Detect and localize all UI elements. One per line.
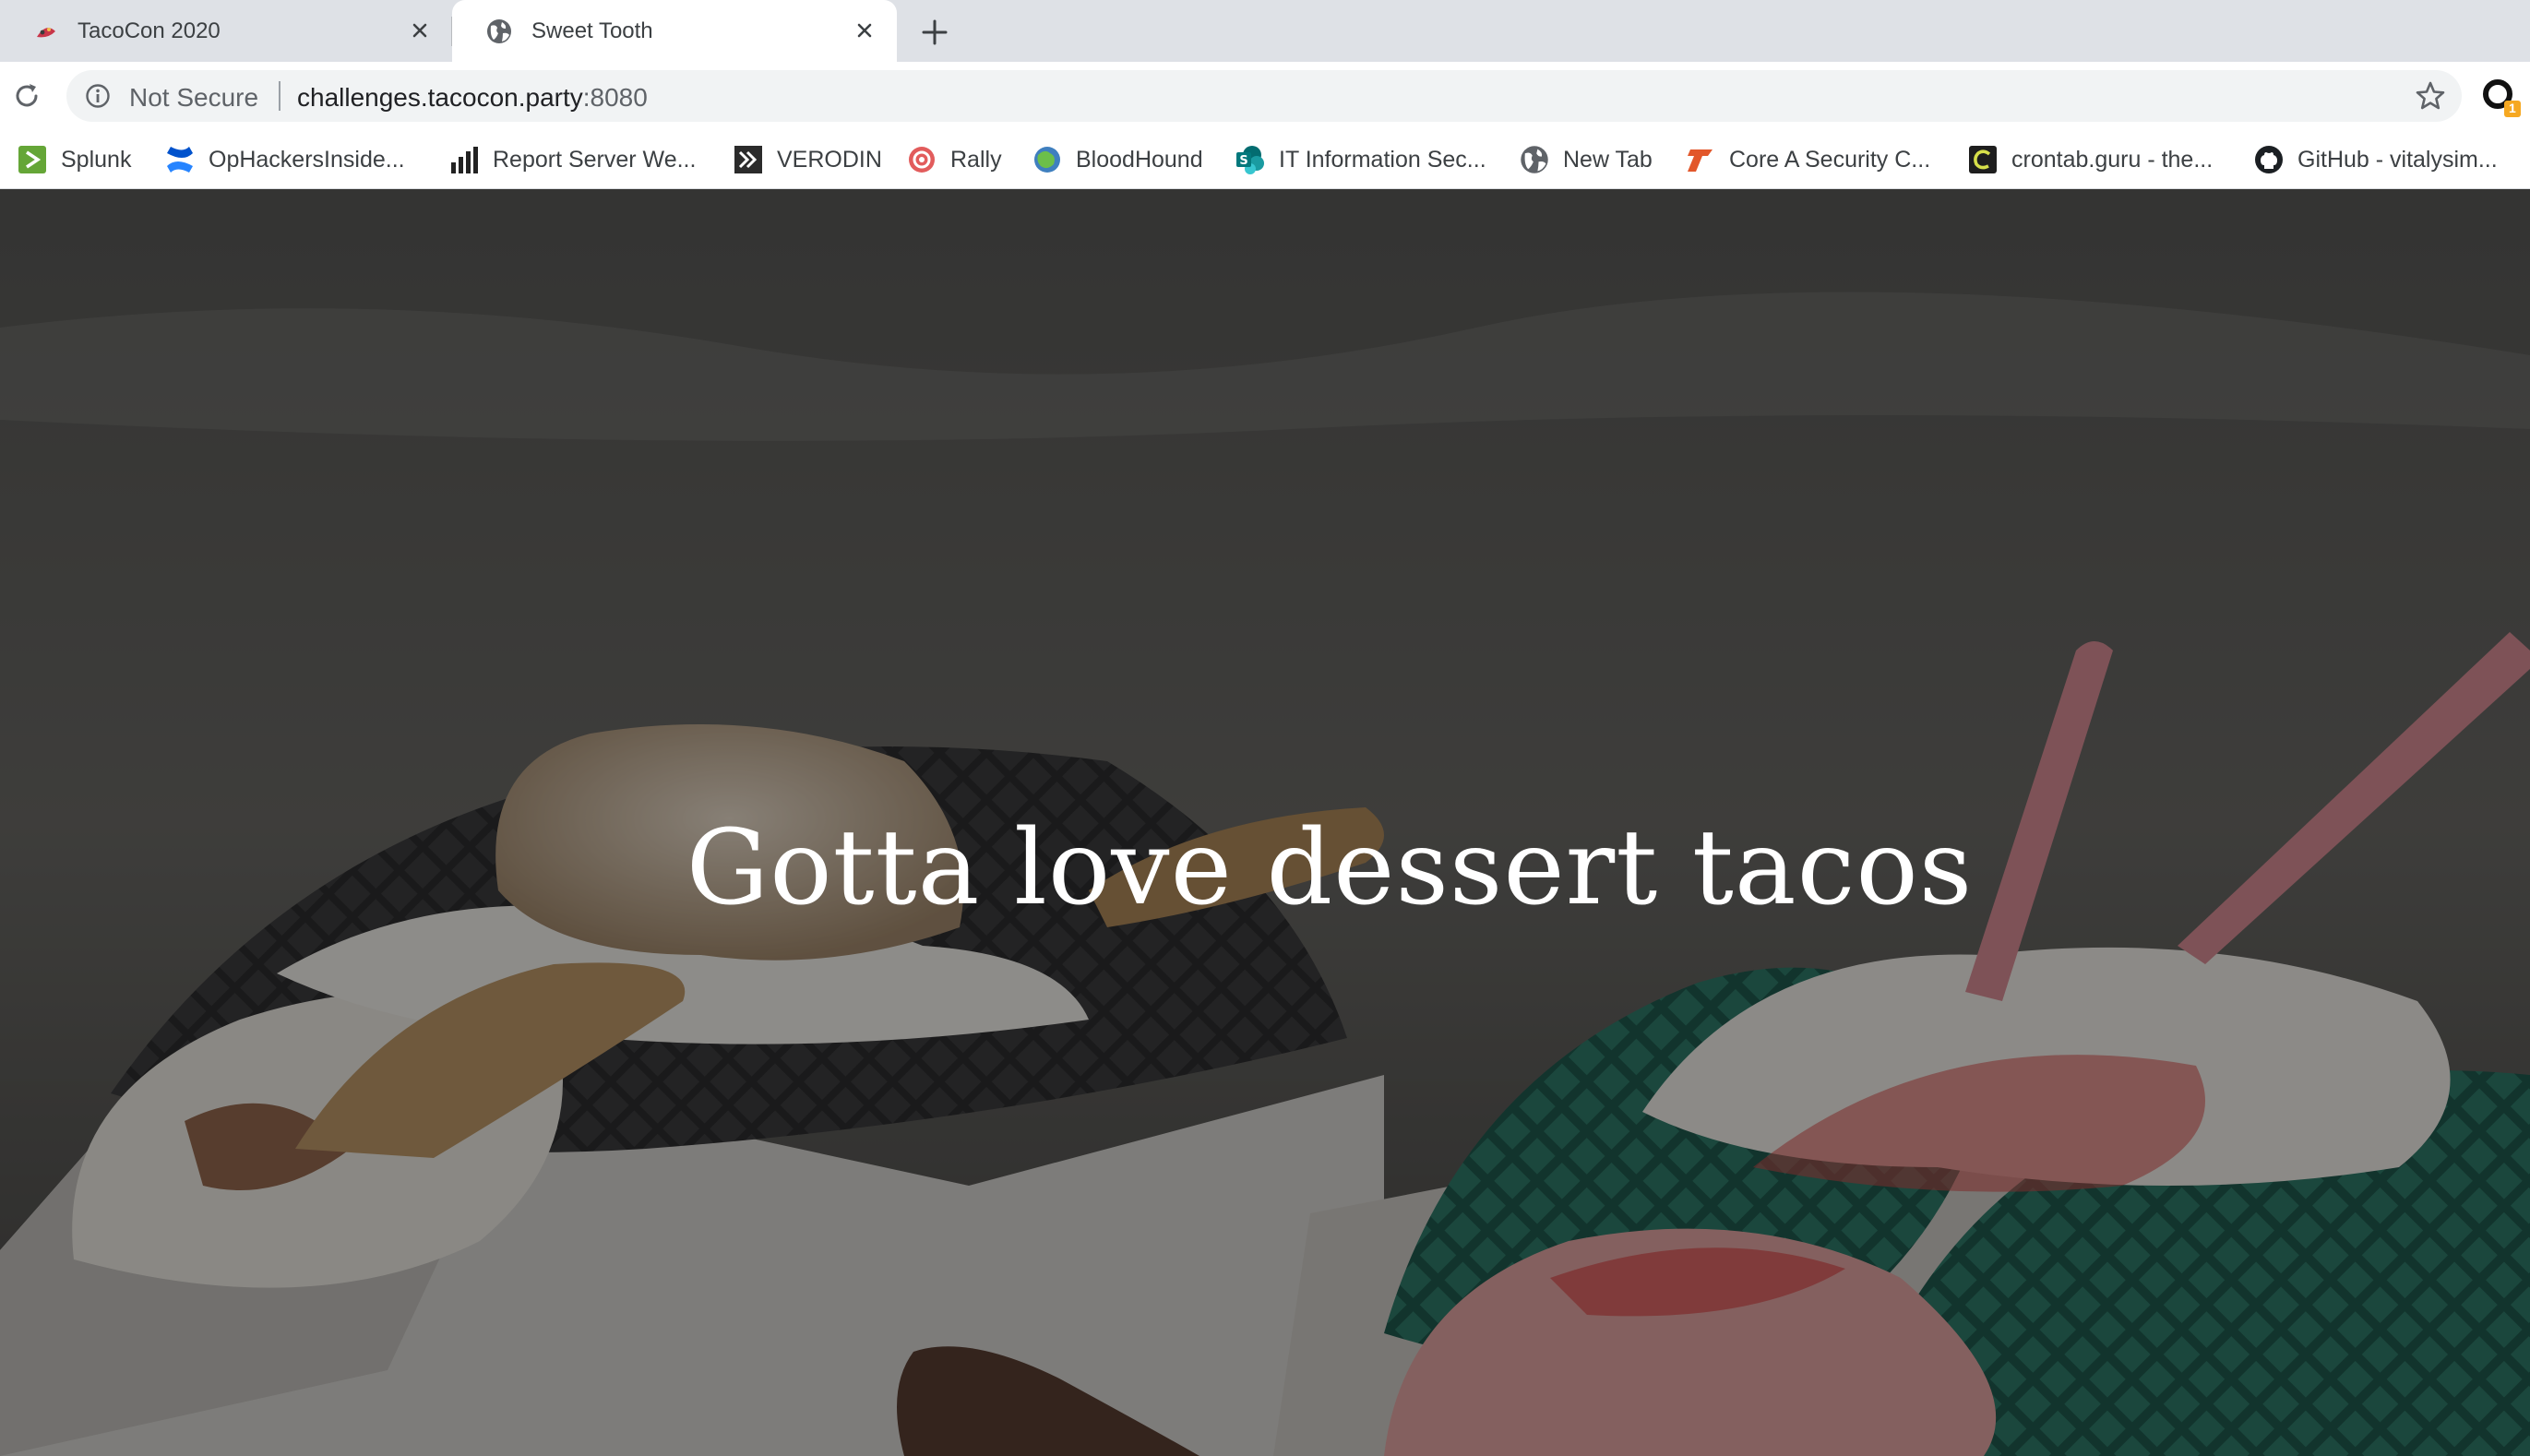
bookmark-label: New Tab xyxy=(1563,146,1653,173)
bookmark-label: Rally xyxy=(950,146,1002,173)
extension-badge: 1 xyxy=(2509,101,2516,115)
url-host: challenges.tacocon.party xyxy=(297,83,583,112)
url-port: :8080 xyxy=(582,83,648,112)
tacocon-favicon xyxy=(37,27,55,37)
bookmark-label: Report Server We... xyxy=(493,146,697,173)
core-security-icon xyxy=(1688,149,1713,172)
bookmarks-bar: Splunk OpHackersInside... Report Server … xyxy=(0,130,2530,189)
verodin-icon xyxy=(734,146,762,173)
bookmark-label: OpHackersInside... xyxy=(209,146,405,173)
splunk-icon xyxy=(18,146,46,173)
hero-banner: Gotta love dessert tacos xyxy=(0,189,2530,1456)
globe-icon xyxy=(1521,146,1548,173)
svg-text:S: S xyxy=(1239,154,1247,168)
bookmark-splunk[interactable]: Splunk xyxy=(17,130,131,189)
tab-title: Sweet Tooth xyxy=(531,18,653,43)
bookmark-label: VERODIN xyxy=(777,146,882,173)
close-icon[interactable] xyxy=(853,18,877,42)
tab-title: TacoCon 2020 xyxy=(78,18,221,43)
reload-icon[interactable] xyxy=(11,80,42,112)
bookmark-core-security[interactable]: Core A Security C... xyxy=(1685,130,1930,189)
github-icon xyxy=(2255,146,2283,173)
info-icon[interactable] xyxy=(85,83,111,109)
rally-icon xyxy=(909,147,935,173)
bookmark-label: IT Information Sec... xyxy=(1279,146,1486,173)
bookmark-new-tab[interactable]: New Tab xyxy=(1519,130,1653,189)
bookmark-label: crontab.guru - the... xyxy=(2011,146,2214,173)
bookmark-label: GitHub - vitalysim... xyxy=(2297,146,2498,173)
url-text[interactable]: challenges.tacocon.party:8080 xyxy=(297,83,648,113)
crontab-icon xyxy=(1969,146,1997,173)
confluence-icon xyxy=(167,147,193,173)
bookmark-star-icon[interactable] xyxy=(2414,79,2447,113)
bookmark-label: BloodHound xyxy=(1076,146,1203,173)
bookmark-it-information-security[interactable]: S IT Information Sec... xyxy=(1235,130,1486,189)
bookmark-label: Splunk xyxy=(61,146,132,173)
bookmark-bloodhound[interactable]: BloodHound xyxy=(1032,130,1203,189)
sharepoint-icon: S xyxy=(1236,146,1264,174)
globe-icon xyxy=(487,18,511,43)
hero-title-wrapper: Gotta love dessert tacos xyxy=(0,189,2530,1456)
security-status[interactable]: Not Secure xyxy=(129,83,258,113)
extension-logo-icon xyxy=(2483,79,2521,117)
close-icon[interactable] xyxy=(408,18,432,42)
tab-tacocon[interactable]: TacoCon 2020 xyxy=(0,0,452,62)
bookmark-crontab-guru[interactable]: crontab.guru - the... xyxy=(1967,130,2213,189)
tab-sweet-tooth[interactable]: Sweet Tooth xyxy=(452,0,897,62)
bookmark-rally[interactable]: Rally xyxy=(906,130,1002,189)
extension-icon[interactable]: 1 xyxy=(2480,77,2523,119)
bookmark-github[interactable]: GitHub - vitalysim... xyxy=(2253,130,2498,189)
bookmark-label: Core A Security C... xyxy=(1729,146,1931,173)
bloodhound-icon xyxy=(1034,147,1060,173)
bookmark-verodin[interactable]: VERODIN xyxy=(733,130,882,189)
browser-toolbar: Not Secure challenges.tacocon.party:8080… xyxy=(0,62,2530,130)
address-bar[interactable]: Not Secure challenges.tacocon.party:8080 xyxy=(66,70,2462,122)
bar-chart-icon xyxy=(451,147,478,173)
address-divider xyxy=(279,81,280,111)
hero-heading: Gotta love dessert tacos xyxy=(686,807,1974,928)
tab-strip: TacoCon 2020 Sweet Tooth xyxy=(0,0,2530,62)
bookmark-report-server[interactable]: Report Server We... xyxy=(448,130,696,189)
bookmark-ophackers[interactable]: OpHackersInside... xyxy=(164,130,405,189)
new-tab-plus-icon[interactable] xyxy=(919,17,950,48)
